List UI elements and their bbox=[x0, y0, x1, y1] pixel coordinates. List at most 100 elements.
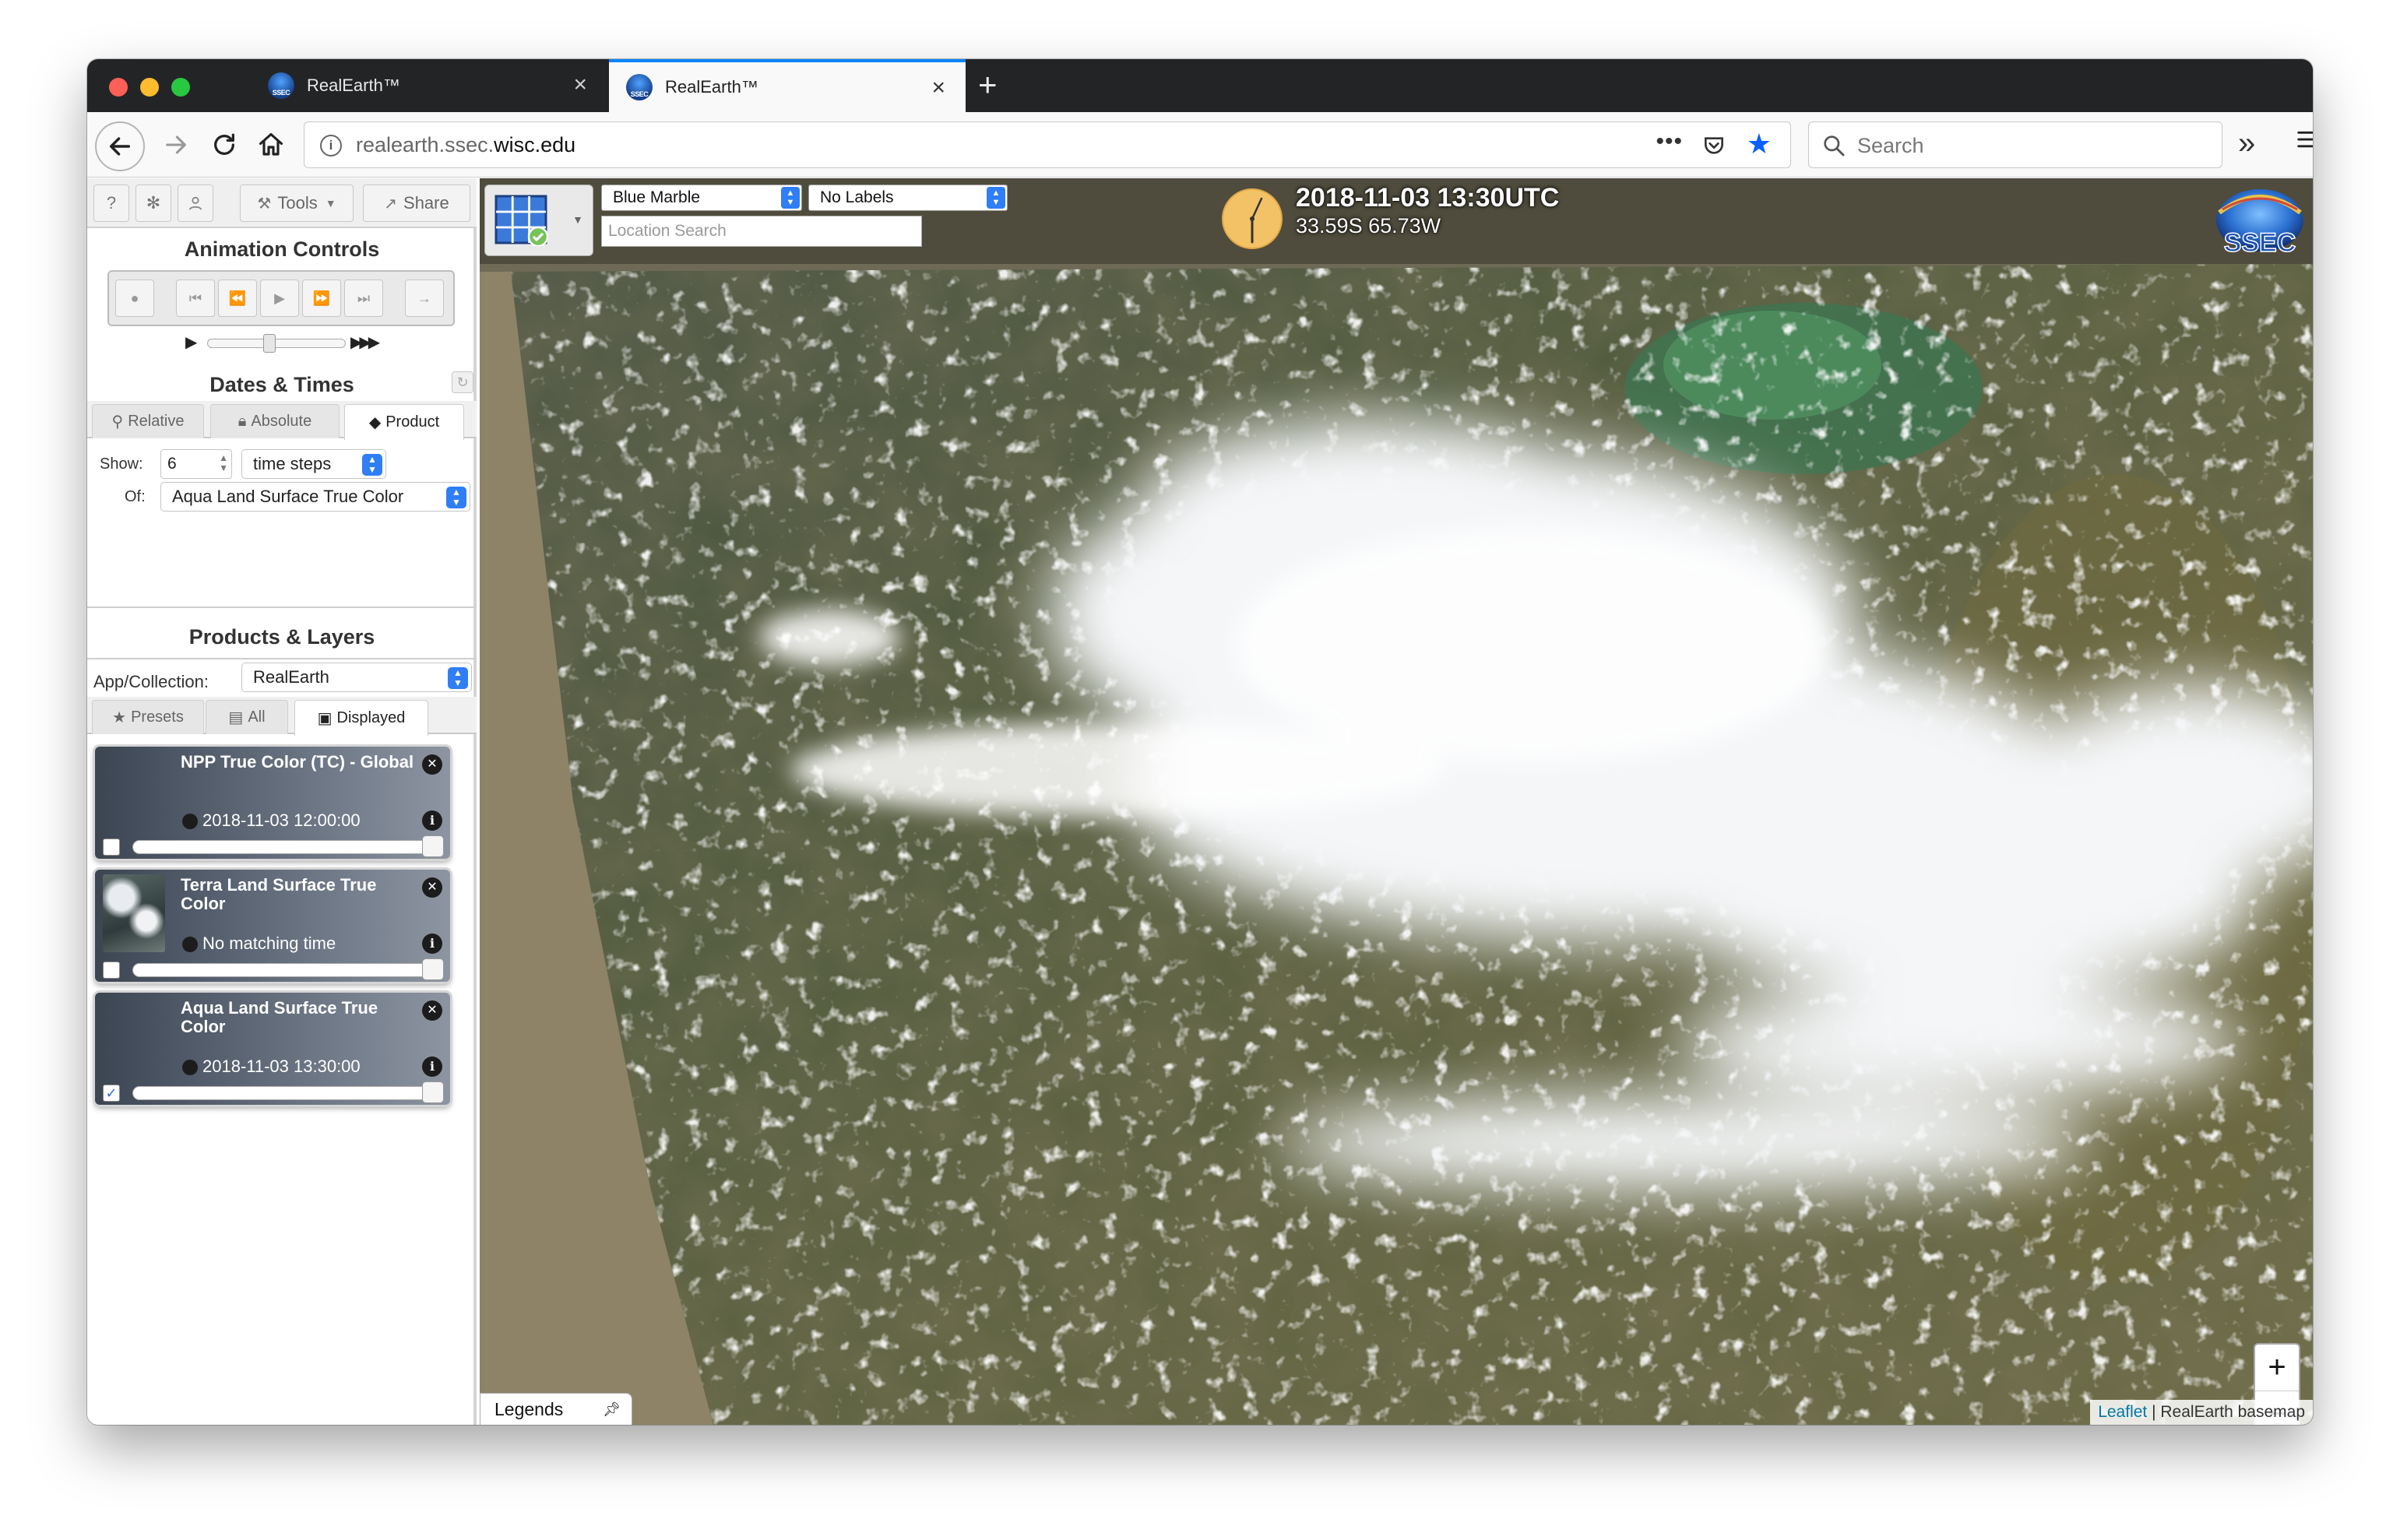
tab-close-icon[interactable]: × bbox=[573, 73, 587, 97]
window-minimize-button[interactable] bbox=[140, 78, 159, 97]
tab-absolute[interactable]: 🔒︎ Absolute bbox=[210, 404, 340, 438]
back-button[interactable] bbox=[95, 121, 145, 171]
reload-button[interactable] bbox=[202, 123, 246, 167]
layer-card[interactable]: NPP True Color (TC) - Global ✕ 2018-11-0… bbox=[95, 747, 450, 859]
layer-title: Aqua Land Surface True Color bbox=[181, 998, 378, 1036]
layer-time: 2018-11-03 12:00:00 bbox=[202, 810, 361, 830]
opacity-slider[interactable] bbox=[132, 1086, 444, 1100]
step-forward-button[interactable]: ⏩ bbox=[302, 280, 341, 317]
spinner-icon[interactable]: ▲ ▼ bbox=[219, 453, 228, 473]
tab-product[interactable]: ◆ Product bbox=[344, 404, 464, 440]
remove-layer-icon[interactable]: ✕ bbox=[422, 754, 442, 775]
layer-checkbox[interactable] bbox=[103, 962, 120, 979]
gear-icon: ✻ bbox=[146, 193, 161, 213]
layer-thumbnail bbox=[103, 874, 165, 952]
map-attribution: Leaflet | RealEarth basemap bbox=[2090, 1400, 2313, 1425]
layer-card[interactable]: Terra Land Surface True Color ✕ No match… bbox=[95, 870, 450, 982]
browser-window: RealEarth™ × RealEarth™ × + i realearth.… bbox=[87, 59, 2313, 1425]
layer-checkbox-checked[interactable]: ✓ bbox=[103, 1085, 120, 1102]
hamburger-menu-icon[interactable] bbox=[2296, 128, 2313, 155]
collection-select[interactable]: RealEarth ▲ ▼ bbox=[241, 663, 472, 692]
pin-icon: ⚲ bbox=[111, 413, 124, 431]
layer-checkbox[interactable] bbox=[103, 839, 120, 856]
tab-title: RealEarth™ bbox=[307, 76, 400, 95]
lock-icon: 🔒︎ bbox=[238, 413, 247, 430]
svg-text:SSEC: SSEC bbox=[2224, 228, 2296, 258]
page-actions-icon[interactable]: ••• bbox=[1656, 128, 1683, 155]
window-zoom-button[interactable] bbox=[171, 78, 190, 97]
opacity-thumb[interactable] bbox=[422, 1081, 444, 1103]
last-frame-button[interactable]: ⏭ bbox=[344, 280, 383, 317]
tools-label: Tools bbox=[277, 193, 318, 213]
zoom-in-button[interactable]: + bbox=[2255, 1345, 2299, 1391]
window-close-button[interactable] bbox=[109, 78, 128, 97]
overflow-menu-icon[interactable]: » bbox=[2238, 123, 2255, 163]
satellite-imagery[interactable] bbox=[480, 178, 2313, 1425]
opacity-thumb[interactable] bbox=[422, 835, 444, 857]
remove-layer-icon[interactable]: ✕ bbox=[422, 1000, 442, 1021]
help-button[interactable]: ? bbox=[93, 185, 129, 222]
refresh-icon[interactable]: ↻ bbox=[452, 371, 473, 393]
map-datetime: 2018-11-03 13:30UTC bbox=[1296, 183, 1560, 213]
leaflet-link[interactable]: Leaflet bbox=[2098, 1403, 2147, 1421]
tab-relative[interactable]: ⚲ Relative bbox=[92, 404, 204, 438]
basemap-select[interactable]: Blue Marble ▲ ▼ bbox=[601, 185, 802, 211]
grid-layout-button[interactable]: ▼ bbox=[484, 185, 593, 256]
animation-speed-slider[interactable]: ▶ ▶▶▶ bbox=[87, 332, 477, 353]
bookmark-star-icon[interactable]: ★ bbox=[1747, 130, 1772, 158]
site-info-icon[interactable]: i bbox=[320, 135, 342, 156]
section-divider bbox=[87, 658, 477, 659]
last-frame-icon: ⏭ bbox=[357, 290, 371, 306]
ssec-logo[interactable]: SSEC bbox=[2212, 186, 2308, 261]
tab-all[interactable]: ▤ All bbox=[206, 700, 288, 734]
url-text[interactable]: realearth.ssec.wisc.edu bbox=[356, 133, 575, 157]
remove-layer-icon[interactable]: ✕ bbox=[422, 877, 442, 898]
play-button[interactable]: ▶ bbox=[260, 280, 299, 317]
image-icon: ▣ bbox=[317, 710, 333, 727]
new-tab-icon[interactable]: + bbox=[978, 67, 998, 103]
browser-tab-1[interactable]: RealEarth™ × bbox=[251, 59, 607, 112]
tab-displayed[interactable]: ▣ Displayed bbox=[294, 700, 428, 736]
animation-clock-button[interactable]: ● bbox=[115, 280, 154, 317]
speed-thumb[interactable] bbox=[263, 334, 276, 353]
legends-button[interactable]: Legends 📌︎ bbox=[480, 1393, 632, 1425]
user-button[interactable] bbox=[178, 185, 213, 222]
share-button[interactable]: ↗ Share bbox=[363, 185, 470, 222]
clock-icon bbox=[182, 814, 198, 829]
show-count-input[interactable]: 6 ▲ ▼ bbox=[160, 449, 232, 479]
loop-button[interactable]: → bbox=[405, 280, 444, 317]
opacity-slider[interactable] bbox=[132, 840, 444, 854]
map-view[interactable]: ▼ Blue Marble ▲ ▼ No Labels ▲ ▼ Location S… bbox=[480, 178, 2313, 1425]
forward-button[interactable] bbox=[154, 123, 198, 167]
step-unit-select[interactable]: time steps ▲ ▼ bbox=[241, 449, 386, 479]
opacity-thumb[interactable] bbox=[422, 958, 444, 980]
product-select[interactable]: Aqua Land Surface True Color ▲ ▼ bbox=[160, 482, 470, 512]
dropdown-caret-icon: ▼ bbox=[325, 197, 336, 209]
user-icon bbox=[188, 196, 202, 210]
attribution-text: | RealEarth basemap bbox=[2147, 1403, 2305, 1421]
info-icon[interactable]: i bbox=[422, 933, 442, 954]
tab-presets[interactable]: ★ Presets bbox=[92, 700, 204, 734]
pocket-icon[interactable] bbox=[1701, 133, 1726, 162]
show-label: Show: bbox=[100, 455, 143, 473]
info-icon[interactable]: i bbox=[422, 810, 442, 831]
tab-close-icon[interactable]: × bbox=[931, 76, 945, 100]
search-bar[interactable]: Search bbox=[1808, 121, 2222, 168]
back-arrow-icon bbox=[109, 137, 131, 156]
pin-icon[interactable]: 📌︎ bbox=[603, 1394, 621, 1425]
speed-track[interactable] bbox=[207, 339, 346, 348]
browser-tab-2[interactable]: RealEarth™ × bbox=[609, 59, 966, 112]
info-icon[interactable]: i bbox=[422, 1057, 442, 1077]
animation-controls-heading: Animation Controls bbox=[184, 237, 380, 261]
step-back-button[interactable]: ⏪ bbox=[218, 280, 257, 317]
location-search-input[interactable]: Location Search bbox=[601, 216, 922, 247]
home-button[interactable] bbox=[249, 123, 293, 167]
opacity-slider[interactable] bbox=[132, 963, 444, 977]
url-bar[interactable]: i realearth.ssec.wisc.edu ••• ★ bbox=[304, 121, 1791, 168]
labels-select[interactable]: No Labels ▲ ▼ bbox=[808, 185, 1008, 211]
layer-card[interactable]: Aqua Land Surface True Color ✕ 2018-11-0… bbox=[95, 993, 450, 1105]
tools-button[interactable]: ⚒ Tools ▼ bbox=[240, 185, 354, 222]
settings-button[interactable]: ✻ bbox=[135, 185, 171, 222]
first-frame-button[interactable]: ⏮ bbox=[176, 280, 215, 317]
dates-tabs: ⚲ Relative 🔒︎ Absolute ◆ Product bbox=[87, 401, 477, 440]
